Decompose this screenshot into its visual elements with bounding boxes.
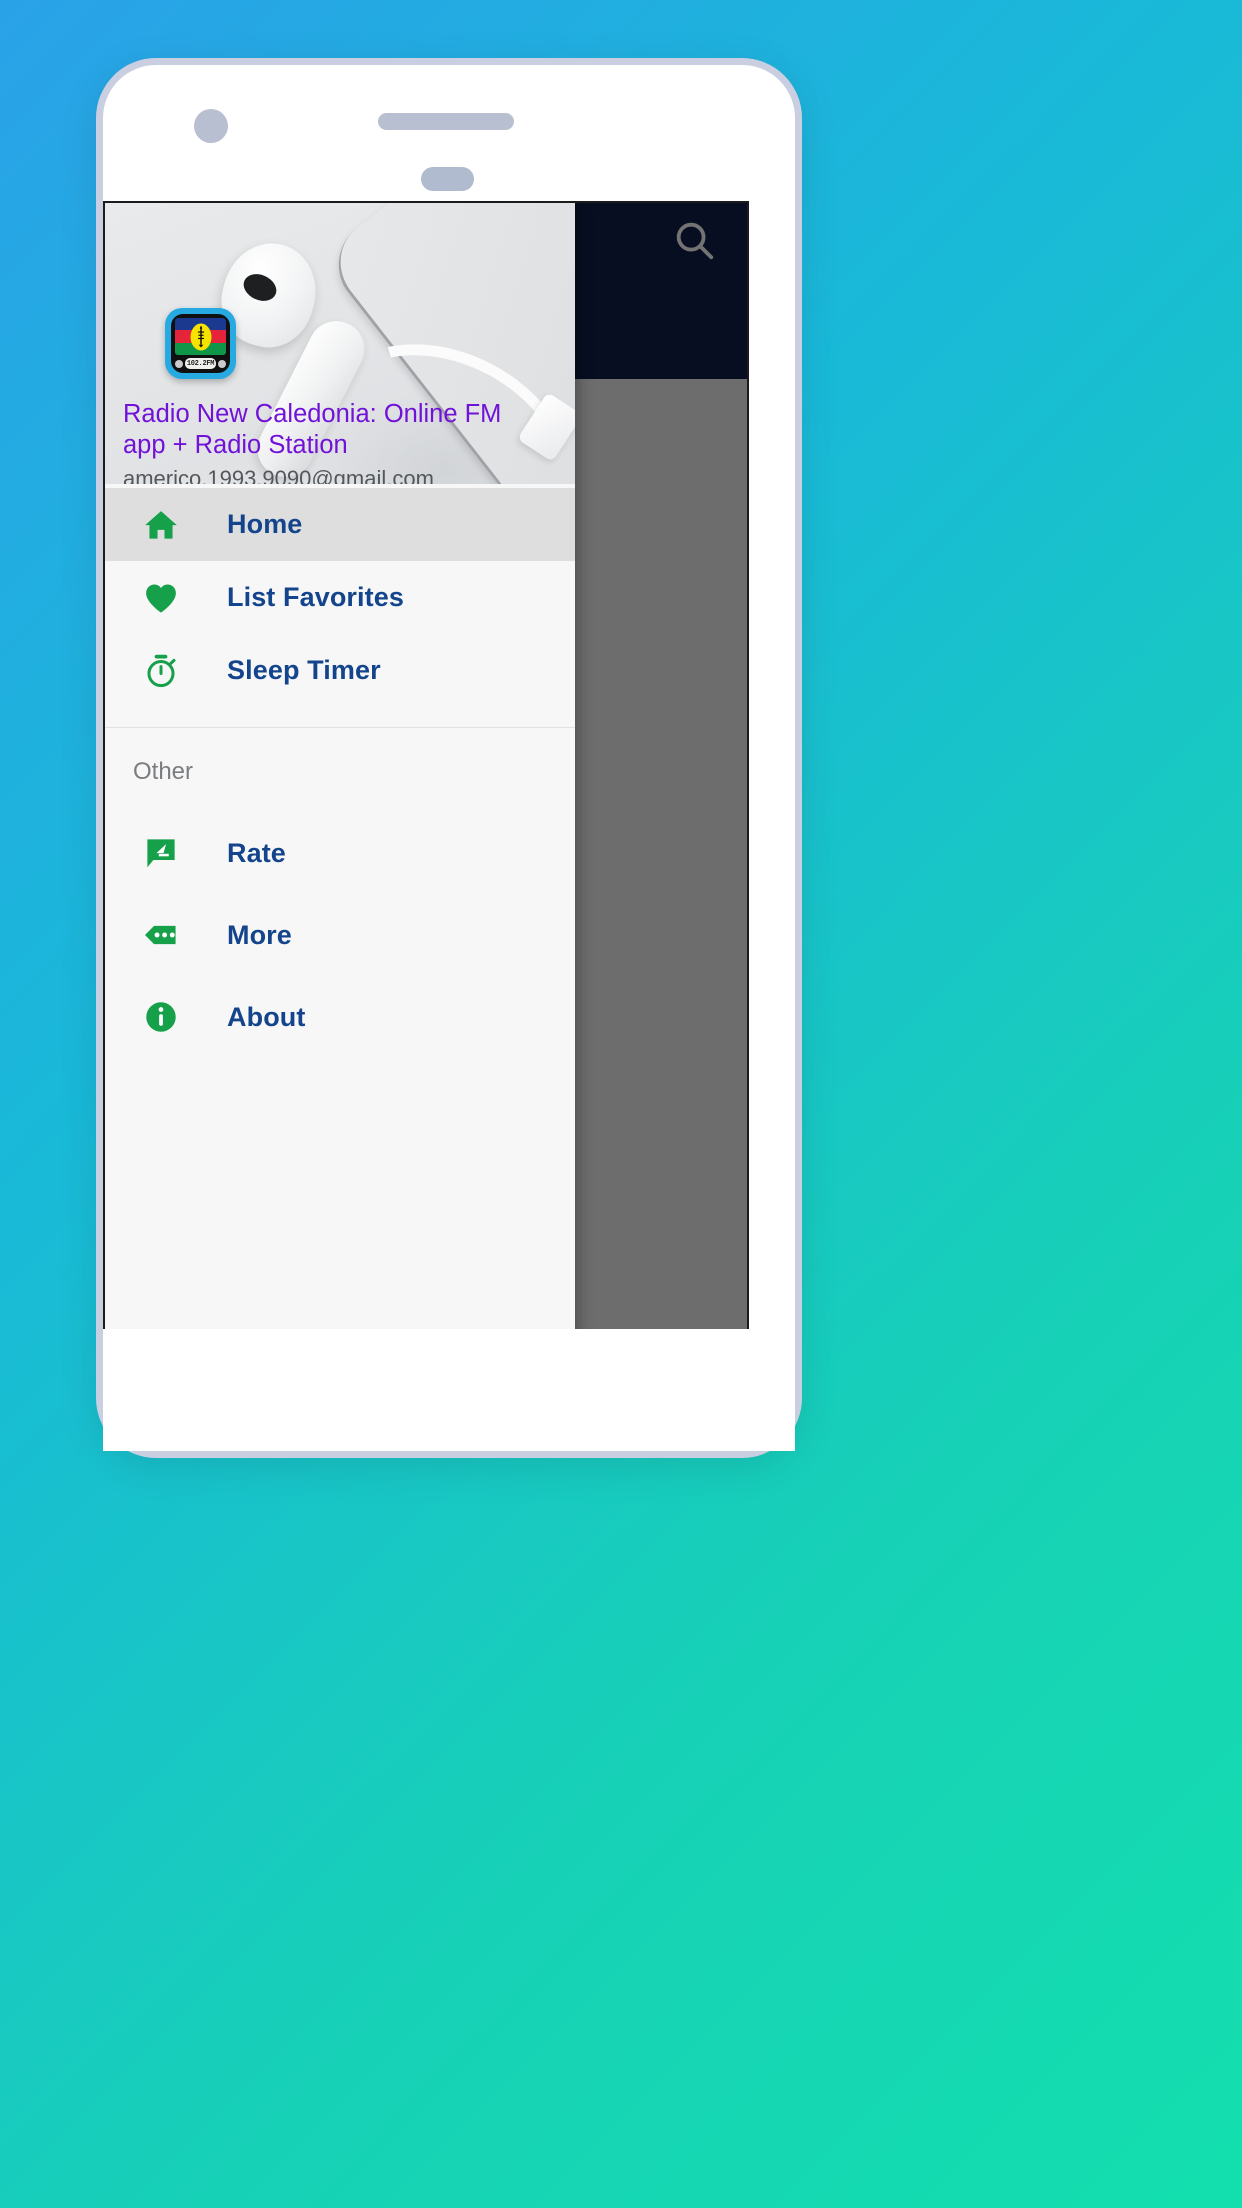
stopwatch-icon [133, 652, 189, 690]
radio-new-caledonia-icon: 102.2FM [165, 308, 236, 379]
icon-radio-body: 102.2FM [171, 314, 230, 373]
phone-camera-icon [194, 109, 228, 143]
sidebar-item-sleep-timer[interactable]: Sleep Timer [105, 634, 575, 707]
sidebar-item-label: Rate [227, 837, 286, 868]
sidebar-item-label: List Favorites [227, 582, 404, 612]
phone-speaker-grille [378, 113, 514, 130]
phone-sensor-indicator [421, 167, 474, 191]
icon-new-caledonia-flag [175, 318, 226, 355]
sidebar-item-label: Sleep Timer [227, 655, 381, 685]
sidebar-item-rate[interactable]: Rate [105, 812, 575, 894]
rate-comment-icon [133, 834, 189, 872]
drawer-account-email: americo.1993.9090@gmail.com [123, 466, 434, 484]
navigation-drawer: 102.2FM Radio New Caledonia: Online FM a… [105, 203, 575, 1341]
drawer-section-header-other: Other [133, 758, 194, 785]
sidebar-item-more[interactable]: More [105, 894, 575, 976]
drawer-app-title: Radio New Caledonia: Online FM app + Rad… [123, 400, 502, 459]
sidebar-item-label: About [227, 1001, 306, 1032]
icon-frequency-display: 102.2FM [185, 358, 216, 369]
drawer-menu: Home List Favorites Sleep Timer Other Ra… [105, 484, 575, 1341]
more-tag-icon [133, 916, 189, 954]
icon-dial-row: 102.2FM [175, 357, 226, 370]
icon-knob-right [218, 359, 226, 368]
flag-totem-symbol [197, 325, 204, 348]
sidebar-item-label: More [227, 919, 292, 950]
info-circle-icon [133, 998, 189, 1036]
app-screen: Online… MOST LISTENED [103, 201, 749, 1343]
sidebar-item-home[interactable]: Home [105, 488, 575, 561]
phone-bottom-chin [103, 1329, 795, 1451]
sidebar-item-label: Home [227, 509, 303, 539]
flag-yellow-disc [190, 323, 211, 350]
home-icon [133, 506, 189, 544]
sidebar-item-about[interactable]: About [105, 976, 575, 1058]
heart-icon [133, 579, 189, 617]
phone-mockup-frame: Online… MOST LISTENED [96, 58, 802, 1458]
sidebar-item-list-favorites[interactable]: List Favorites [105, 561, 575, 634]
drawer-header: 102.2FM Radio New Caledonia: Online FM a… [105, 203, 575, 484]
icon-knob-left [175, 359, 183, 368]
